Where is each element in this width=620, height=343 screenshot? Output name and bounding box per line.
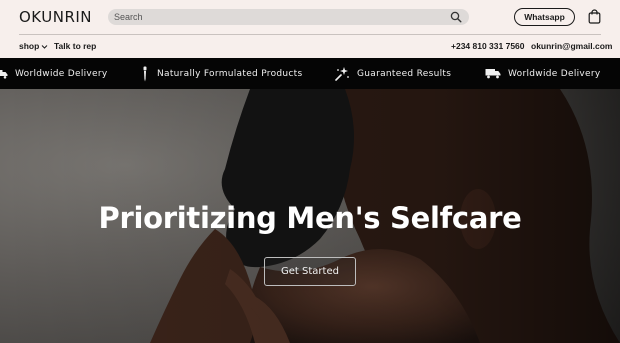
hero-section: Prioritizing Men's Selfcare Get Started — [0, 89, 620, 343]
features-marquee: Worldwide Delivery Naturally Formulated … — [0, 58, 620, 89]
truck-icon — [485, 69, 501, 79]
talk-to-rep-link[interactable]: Talk to rep — [54, 41, 96, 51]
feature-item: Worldwide Delivery — [485, 58, 601, 89]
feature-item: Naturally Formulated Products — [140, 58, 302, 89]
feature-label: Worldwide Delivery — [15, 68, 108, 79]
hero-title: Prioritizing Men's Selfcare — [98, 201, 522, 235]
contact-email[interactable]: okunrin@gmail.com — [531, 41, 613, 51]
contact-phone[interactable]: +234 810 331 7560 — [451, 41, 525, 51]
feature-label: Guaranteed Results — [357, 68, 452, 79]
search-input[interactable] — [114, 9, 434, 25]
sub-navigation: shop Talk to rep +234 810 331 7560 okunr… — [0, 37, 620, 57]
whatsapp-button[interactable]: Whatsapp — [514, 8, 575, 26]
search-bar — [108, 9, 469, 25]
shopping-bag-icon[interactable] — [588, 9, 601, 24]
feature-label: Naturally Formulated Products — [157, 68, 303, 79]
truck-icon — [0, 69, 8, 79]
feature-label: Worldwide Delivery — [508, 68, 601, 79]
shop-menu[interactable]: shop — [19, 41, 48, 51]
header-divider — [19, 34, 601, 35]
get-started-button[interactable]: Get Started — [264, 257, 356, 286]
site-header: OKUNRIN Whatsapp — [0, 0, 620, 34]
chevron-down-icon — [41, 44, 48, 49]
feature-item: Worldwide Delivery — [0, 58, 108, 89]
search-icon[interactable] — [450, 11, 462, 23]
shop-menu-label: shop — [19, 41, 40, 51]
dropper-icon — [143, 66, 147, 81]
brand-logo[interactable]: OKUNRIN — [19, 8, 92, 26]
feature-item: Guaranteed Results — [335, 58, 451, 89]
sparkle-icon — [335, 67, 349, 81]
